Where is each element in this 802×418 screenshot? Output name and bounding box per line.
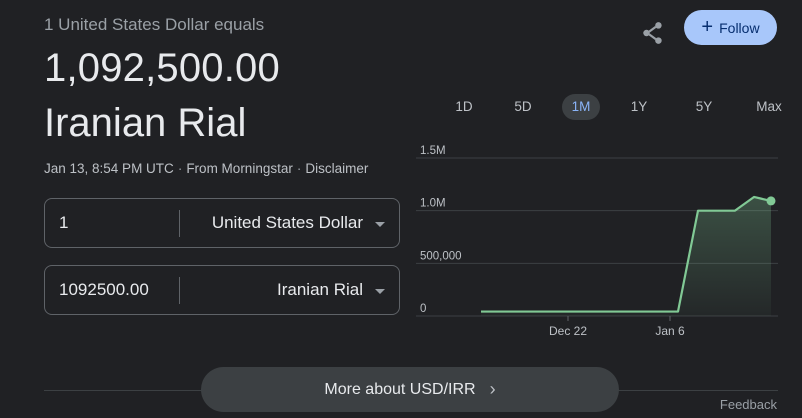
rate-meta: Jan 13, 8:54 PM UTC · From Morningstar · Dis… [44, 161, 368, 176]
more-about-button[interactable]: More about USD/IRR › [201, 367, 619, 412]
series-area [481, 196, 771, 316]
to-currency-label: Iranian Rial [277, 280, 363, 299]
x-tick-label: Jan 6 [655, 324, 685, 338]
divider [179, 277, 180, 304]
chart-svg: 1.5M 1.0M 500,000 0 Dec 22 Jan 6 [416, 145, 778, 338]
range-tabs: 1D 5D 1M 1Y 5Y Max [444, 94, 802, 120]
range-tab-1d[interactable]: 1D [444, 94, 484, 120]
range-tab-1y[interactable]: 1Y [612, 94, 666, 120]
disclaimer-link[interactable]: Disclaimer [305, 161, 368, 176]
from-currency-select[interactable]: United States Dollar [212, 199, 385, 247]
dropdown-arrow-icon [375, 288, 385, 294]
y-tick-label: 1.5M [420, 145, 446, 157]
subtitle: 1 United States Dollar equals [44, 15, 265, 34]
range-tab-max[interactable]: Max [742, 94, 796, 120]
chevron-right-icon: › [489, 379, 496, 399]
range-tab-1m[interactable]: 1M [562, 94, 600, 120]
meta-separator: · [296, 161, 302, 176]
to-currency-select[interactable]: Iranian Rial [277, 266, 385, 314]
follow-button[interactable]: + Follow [684, 10, 777, 45]
converted-amount: 1,092,500.00 [44, 46, 280, 90]
y-tick-label: 1.0M [420, 198, 446, 210]
share-icon[interactable] [640, 20, 666, 46]
more-about-label: More about USD/IRR [324, 380, 476, 398]
follow-label: Follow [719, 19, 760, 36]
y-tick-label: 0 [420, 303, 426, 315]
range-tab-5y[interactable]: 5Y [678, 94, 730, 120]
y-tick-label: 500,000 [420, 250, 462, 262]
target-currency-name: Iranian Rial [44, 101, 247, 145]
from-currency-label: United States Dollar [211, 213, 363, 232]
x-tick-label: Dec 22 [549, 324, 587, 338]
source: From Morningstar [186, 161, 293, 176]
meta-separator: · [177, 161, 183, 176]
exchange-rate-chart: 1.5M 1.0M 500,000 0 Dec 22 Jan 6 [416, 145, 782, 345]
timestamp: Jan 13, 8:54 PM UTC [44, 161, 174, 176]
plus-icon: + [701, 15, 714, 38]
feedback-link[interactable]: Feedback [720, 397, 777, 412]
from-amount-input[interactable] [59, 212, 169, 234]
to-converter: Iranian Rial [44, 265, 400, 315]
from-converter: United States Dollar [44, 198, 400, 248]
to-amount-input[interactable] [59, 279, 169, 301]
divider [179, 210, 180, 237]
dropdown-arrow-icon [375, 221, 385, 227]
range-tab-5d[interactable]: 5D [496, 94, 550, 120]
current-point-marker [766, 196, 776, 206]
